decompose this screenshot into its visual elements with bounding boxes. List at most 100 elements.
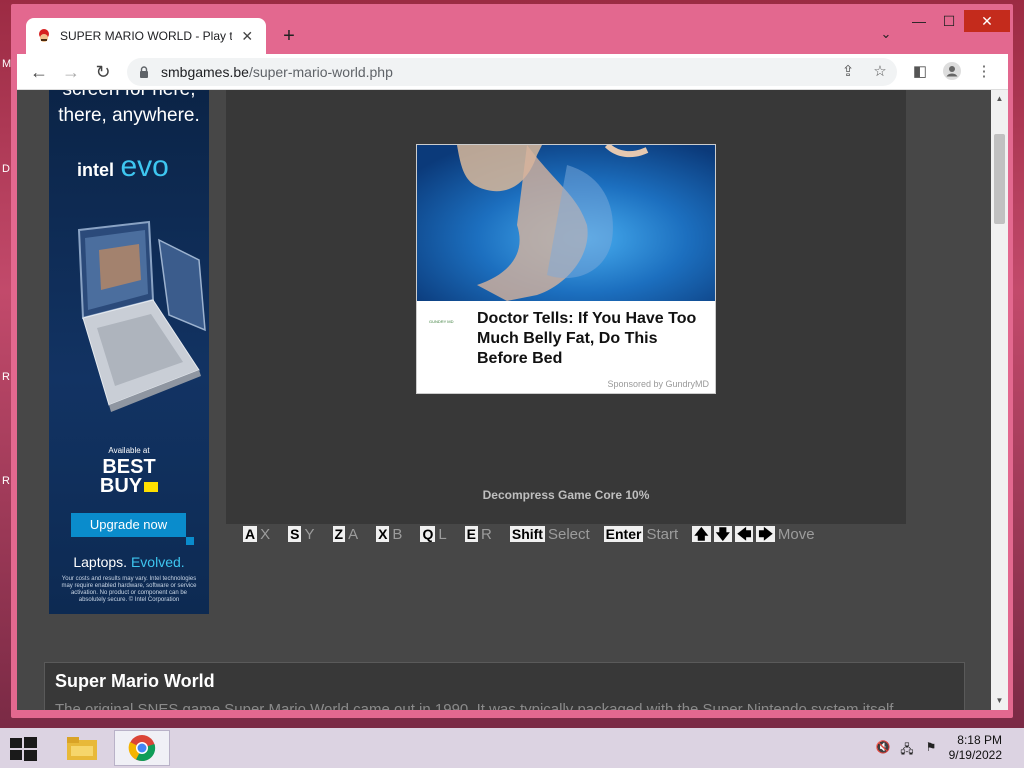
system-clock[interactable]: 8:18 PM 9/19/2022	[949, 733, 1002, 763]
new-tab-button[interactable]: +	[278, 25, 300, 47]
back-arrow-icon[interactable]: ←	[27, 60, 51, 84]
scrollbar-thumb[interactable]	[994, 134, 1005, 224]
share-icon[interactable]: ⇪	[838, 62, 858, 82]
maximize-button[interactable]: ☐	[934, 10, 964, 32]
vertical-scrollbar[interactable]: ▲ ▼	[991, 90, 1008, 710]
scroll-up-arrow-icon[interactable]: ▲	[991, 92, 1008, 106]
ad-hero-line: there, anywhere.	[58, 105, 200, 126]
game-canvas[interactable]: GUNDRY MD Doctor Tells: If You Have Too …	[226, 90, 906, 524]
button-corner-decoration	[186, 537, 194, 545]
ad-sponsor-text: Sponsored by GundryMD	[607, 379, 709, 389]
arrow-down-icon: 🡇	[713, 526, 732, 542]
intel-evo-logo: intel evo	[77, 150, 169, 184]
action-label: Start	[646, 525, 679, 543]
chrome-taskbar-icon[interactable]	[114, 730, 170, 766]
tagline-part: Laptops.	[73, 554, 131, 570]
file-explorer-icon[interactable]	[54, 730, 110, 766]
evo-text: evo	[120, 150, 169, 183]
control-mapping: ZA	[332, 526, 358, 543]
action-label: Select	[547, 525, 590, 543]
control-mapping-move: 🡅 🡇 🡄 🡆 Move	[692, 525, 815, 543]
taskbar: 🔇 🖧 ⚑ 8:18 PM 9/19/2022	[0, 728, 1024, 768]
key-label: Shift	[509, 526, 545, 542]
key-label: X	[376, 526, 390, 542]
game-advertisement[interactable]: GUNDRY MD Doctor Tells: If You Have Too …	[416, 144, 716, 394]
desktop-icon-label[interactable]: R	[2, 371, 10, 383]
arrow-left-icon: 🡄	[734, 526, 754, 542]
action-label: B	[392, 525, 403, 543]
control-mapping: QL	[420, 525, 447, 543]
action-label: Y	[304, 525, 315, 543]
arrow-right-icon: 🡆	[756, 526, 775, 542]
key-label: A	[243, 526, 258, 542]
url-path: /super-mario-world.php	[248, 64, 393, 80]
gundry-logo: GUNDRY MD	[429, 319, 454, 324]
description-text: The original SNES game Super Mario World…	[55, 701, 894, 710]
ad-fine-print: Your costs and results may vary. Intel t…	[61, 576, 197, 603]
bestbuy-logo: BEST BUY	[49, 457, 209, 497]
control-mapping: XB	[376, 526, 402, 543]
clock-time: 8:18 PM	[957, 733, 1002, 747]
url-text: smbgames.be/super-mario-world.php	[161, 64, 393, 80]
action-label: L	[438, 525, 447, 543]
windows-start-icon[interactable]	[8, 736, 38, 762]
window-close-button[interactable]: ✕	[964, 10, 1010, 32]
bookmark-star-icon[interactable]: ☆	[870, 62, 890, 82]
intel-text: intel	[77, 160, 115, 180]
arrow-up-icon: 🡅	[692, 526, 711, 542]
side-advertisement[interactable]: screen for here, there, anywhere. intel …	[49, 90, 209, 614]
control-mapping: ER	[464, 525, 492, 543]
ad-hero-text: screen for here, there, anywhere.	[49, 90, 209, 129]
url-host: smbgames.be	[161, 64, 249, 80]
scroll-down-arrow-icon[interactable]: ▼	[991, 694, 1008, 708]
ad-available-text: Available at	[108, 446, 150, 455]
desktop-icon-label[interactable]: R	[2, 475, 10, 487]
minimize-button[interactable]: —	[904, 10, 934, 32]
browser-tab[interactable]: SUPER MARIO WORLD - Play the ✕	[26, 18, 266, 54]
profile-avatar-icon[interactable]	[942, 62, 962, 82]
tab-title: SUPER MARIO WORLD - Play the	[60, 29, 233, 43]
mario-favicon-icon	[36, 28, 52, 44]
tab-search-icon[interactable]: ⌄	[876, 26, 896, 46]
control-mapping: Shift Select	[509, 525, 590, 543]
desktop-icon-label[interactable]: D	[2, 163, 10, 175]
action-label: R	[481, 525, 492, 543]
action-label: Move	[777, 525, 815, 543]
address-bar[interactable]: smbgames.be/super-mario-world.php	[127, 58, 897, 86]
loading-status: Decompress Game Core 10%	[482, 488, 650, 502]
key-label: Enter	[603, 526, 644, 542]
volume-muted-icon[interactable]: 🔇	[874, 740, 892, 756]
clock-date: 9/19/2022	[948, 748, 1002, 762]
control-mapping: SY	[288, 525, 315, 543]
forward-arrow-icon[interactable]: →	[59, 60, 83, 84]
menu-kebab-icon[interactable]: ⋮	[974, 62, 994, 82]
tagline-part: Evolved.	[130, 554, 185, 570]
browser-toolbar: ← → ↻ smbgames.be/super-mario-world.php …	[17, 54, 1008, 90]
reload-icon[interactable]: ↻	[91, 60, 115, 84]
control-mapping: Enter Start	[603, 525, 679, 543]
bestbuy-tag-icon	[144, 482, 159, 492]
upgrade-now-button[interactable]: Upgrade now	[71, 513, 186, 537]
ad-tagline: Laptops. Evolved.	[49, 554, 209, 570]
laptop-image	[77, 220, 206, 412]
tab-close-icon[interactable]: ✕	[238, 28, 256, 45]
desktop-icon-label[interactable]: M	[2, 58, 11, 70]
network-icon[interactable]: 🖧	[898, 740, 916, 756]
key-label: E	[464, 526, 479, 542]
controls-legend: AX SY ZA XB QL ER Shift Select Enter Start…	[243, 524, 833, 544]
bestbuy-line: BUY	[99, 475, 143, 497]
key-label: Q	[420, 526, 436, 542]
ad-headline[interactable]: Doctor Tells: If You Have Too Much Belly…	[477, 309, 712, 369]
key-label: Z	[332, 526, 346, 542]
page-viewport: screen for here, there, anywhere. intel …	[17, 90, 1008, 710]
key-label: S	[288, 526, 302, 542]
control-mapping: AX	[243, 526, 270, 543]
ad-hero-line: screen for here,	[49, 90, 209, 103]
ad-photo	[417, 145, 715, 301]
action-label: X	[260, 525, 271, 543]
description-title: Super Mario World	[55, 671, 215, 691]
lock-icon	[140, 66, 148, 78]
action-center-flag-icon[interactable]: ⚑	[922, 740, 940, 756]
game-description: Super Mario World The original SNES game…	[44, 662, 965, 710]
side-panel-icon[interactable]: ◧	[910, 62, 930, 82]
